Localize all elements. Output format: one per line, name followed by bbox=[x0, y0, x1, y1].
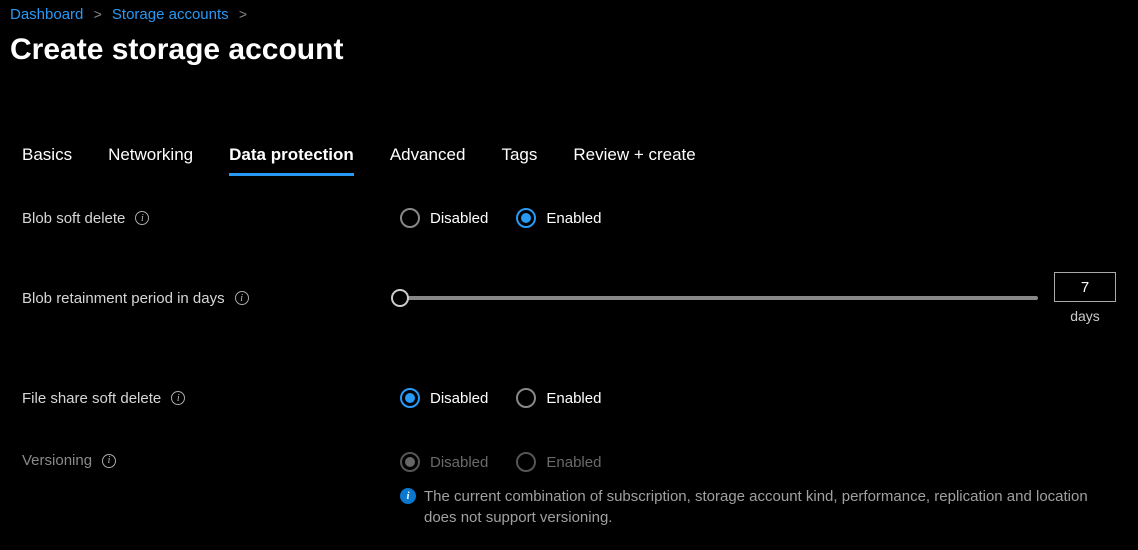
radio-blob-soft-delete-disabled[interactable]: Disabled bbox=[400, 208, 488, 228]
radio-circle-icon bbox=[516, 388, 536, 408]
tabs: Basics Networking Data protection Advanc… bbox=[22, 145, 1116, 176]
radio-label: Disabled bbox=[430, 210, 488, 227]
tab-networking[interactable]: Networking bbox=[108, 145, 193, 176]
tab-tags[interactable]: Tags bbox=[501, 145, 537, 176]
chevron-right-icon: > bbox=[239, 6, 247, 22]
notice-text: The current combination of subscription,… bbox=[424, 486, 1116, 528]
label-text: Blob soft delete bbox=[22, 210, 125, 227]
label-blob-retainment: Blob retainment period in days i bbox=[22, 290, 400, 307]
slider-blob-retainment[interactable] bbox=[400, 296, 1038, 300]
breadcrumb-link-storage-accounts[interactable]: Storage accounts bbox=[112, 6, 229, 23]
info-icon[interactable]: i bbox=[135, 211, 149, 225]
radio-file-share-enabled[interactable]: Enabled bbox=[516, 388, 601, 408]
info-icon[interactable]: i bbox=[171, 391, 185, 405]
info-icon[interactable]: i bbox=[235, 291, 249, 305]
tab-advanced[interactable]: Advanced bbox=[390, 145, 466, 176]
radio-circle-icon bbox=[400, 388, 420, 408]
radio-circle-icon bbox=[516, 208, 536, 228]
radio-label: Enabled bbox=[546, 454, 601, 471]
radio-blob-soft-delete-enabled[interactable]: Enabled bbox=[516, 208, 601, 228]
slider-unit: days bbox=[1070, 308, 1100, 324]
radio-circle-icon bbox=[516, 452, 536, 472]
tab-data-protection[interactable]: Data protection bbox=[229, 145, 354, 176]
label-text: Versioning bbox=[22, 452, 92, 469]
radio-group-file-share-soft-delete: Disabled Enabled bbox=[400, 388, 601, 408]
info-icon[interactable]: i bbox=[102, 454, 116, 468]
label-blob-soft-delete: Blob soft delete i bbox=[22, 210, 400, 227]
label-text: Blob retainment period in days bbox=[22, 290, 225, 307]
chevron-right-icon: > bbox=[94, 6, 102, 22]
breadcrumb: Dashboard > Storage accounts > bbox=[0, 0, 1138, 23]
radio-label: Enabled bbox=[546, 210, 601, 227]
radio-file-share-disabled[interactable]: Disabled bbox=[400, 388, 488, 408]
label-file-share-soft-delete: File share soft delete i bbox=[22, 390, 400, 407]
page-title: Create storage account bbox=[0, 23, 1138, 67]
input-blob-retainment-value[interactable] bbox=[1054, 272, 1116, 302]
radio-circle-icon bbox=[400, 208, 420, 228]
label-text: File share soft delete bbox=[22, 390, 161, 407]
radio-versioning-disabled: Disabled bbox=[400, 452, 488, 472]
info-filled-icon: i bbox=[400, 488, 416, 504]
tab-basics[interactable]: Basics bbox=[22, 145, 72, 176]
radio-label: Disabled bbox=[430, 390, 488, 407]
versioning-notice: i The current combination of subscriptio… bbox=[400, 486, 1116, 528]
radio-group-versioning: Disabled Enabled bbox=[400, 452, 601, 472]
radio-group-blob-soft-delete: Disabled Enabled bbox=[400, 208, 601, 228]
breadcrumb-link-dashboard[interactable]: Dashboard bbox=[10, 6, 83, 23]
radio-label: Disabled bbox=[430, 454, 488, 471]
slider-thumb[interactable] bbox=[391, 289, 409, 307]
radio-versioning-enabled: Enabled bbox=[516, 452, 601, 472]
tab-review-create[interactable]: Review + create bbox=[573, 145, 695, 176]
label-versioning: Versioning i bbox=[22, 452, 400, 469]
radio-circle-icon bbox=[400, 452, 420, 472]
radio-label: Enabled bbox=[546, 390, 601, 407]
